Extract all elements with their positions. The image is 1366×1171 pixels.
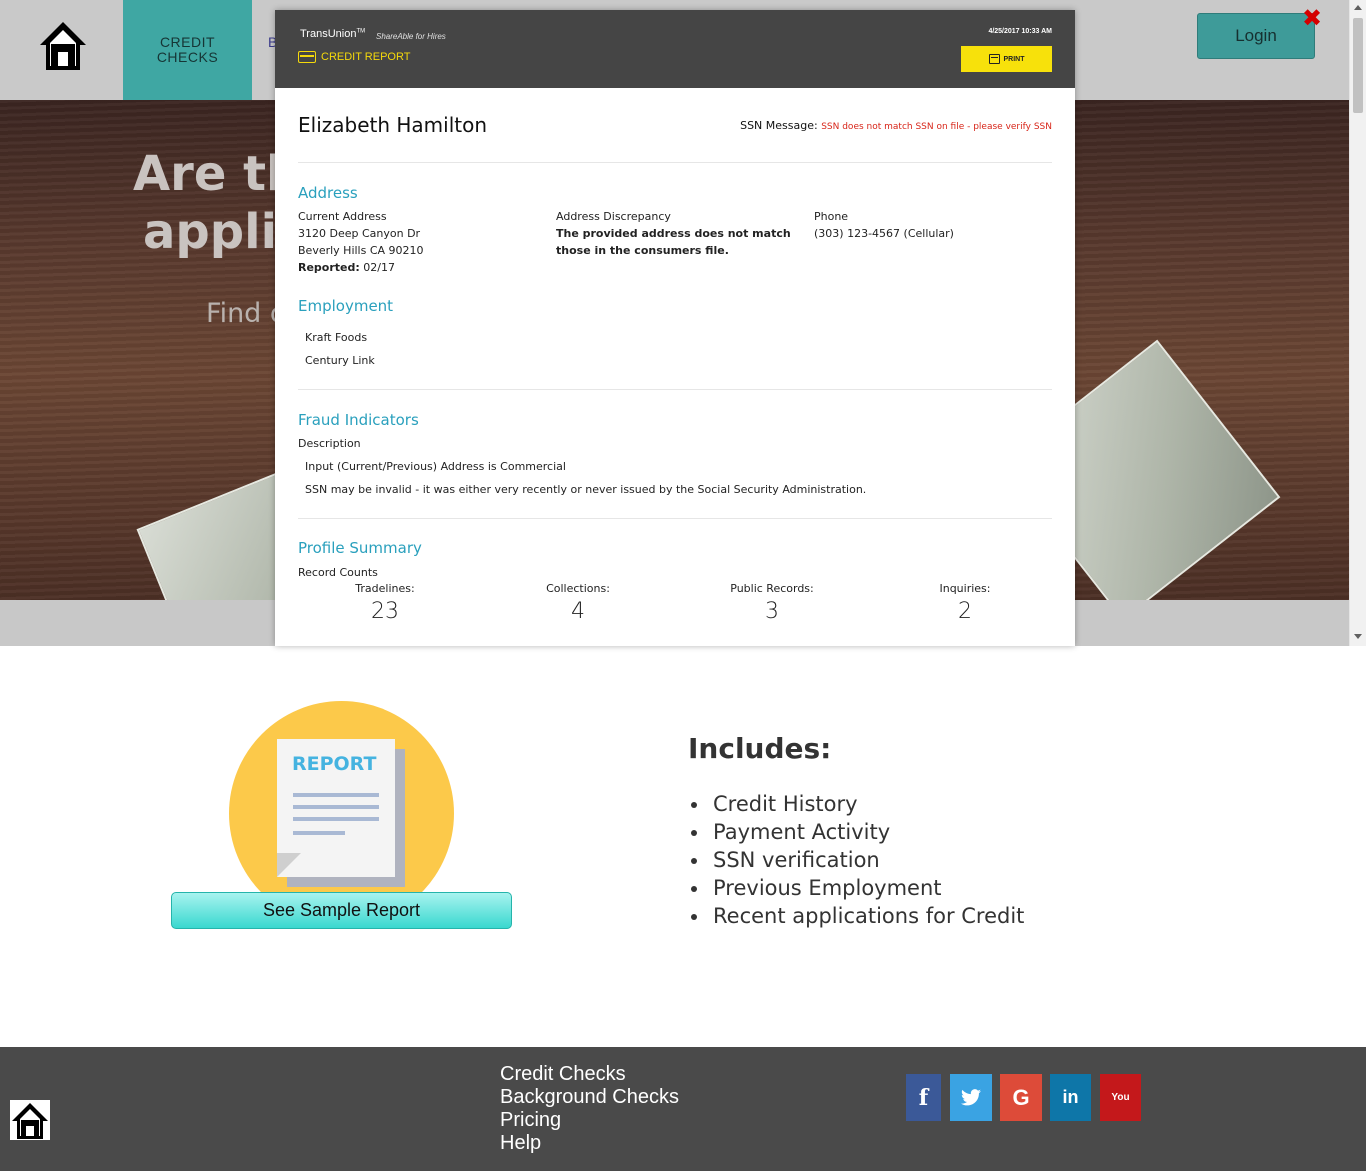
section-title-profile-summary: Profile Summary [298,539,422,557]
see-sample-report-button[interactable]: See Sample Report [171,892,512,929]
list-item: Credit History [688,790,1024,818]
scroll-down-arrow-icon[interactable] [1354,634,1362,639]
footer-link-background-checks[interactable]: Background Checks [500,1086,679,1109]
list-item: Previous Employment [688,874,1024,902]
print-button[interactable]: PRINT [961,46,1052,72]
modal-header: TransUnionTM ShareAble for Hires CREDIT … [275,10,1075,88]
list-item: Kraft Foods [305,331,368,344]
collections-count: Collections: 4 [546,582,610,624]
credit-card-icon [298,51,316,63]
report-word: REPORT [292,753,377,775]
list-item: Payment Activity [688,818,1024,846]
login-button[interactable]: Login [1197,13,1315,59]
scroll-up-arrow-icon[interactable] [1354,5,1362,10]
credit-report-modal: TransUnionTM ShareAble for Hires CREDIT … [275,10,1075,646]
printer-icon [988,54,1000,64]
close-icon[interactable]: ✖ [1302,6,1322,30]
youtube-icon[interactable]: You [1100,1074,1141,1121]
list-item: SSN verification [688,846,1024,874]
includes-list: Credit History Payment Activity SSN veri… [688,790,1024,930]
footer-link-help[interactable]: Help [500,1132,679,1155]
divider [298,518,1052,519]
list-item: Input (Current/Previous) Address is Comm… [305,460,566,473]
current-address-block: Current Address 3120 Deep Canyon Dr Beve… [298,210,424,274]
ssn-message: SSN Message: SSN does not match SSN on f… [740,119,1052,132]
modal-body: Elizabeth Hamilton SSN Message: SSN does… [275,88,1075,646]
shareable-tagline: ShareAble for Hires [376,32,446,41]
fraud-indicator-list: Input (Current/Previous) Address is Comm… [305,455,866,501]
fraud-description-label: Description [298,437,361,450]
footer: Credit Checks Background Checks Pricing … [0,1047,1366,1171]
google-plus-icon[interactable]: G [1000,1074,1042,1121]
customer-name: Elizabeth Hamilton [298,113,488,137]
nav-credit-checks[interactable]: CREDIT CHECKS [123,0,252,100]
list-item: Century Link [305,354,375,367]
home-icon[interactable] [10,1100,50,1140]
facebook-icon[interactable]: f [906,1074,941,1121]
employment-list: Kraft Foods Century Link [305,326,375,372]
credit-report-label: CREDIT REPORT [298,51,410,63]
divider [298,162,1052,163]
footer-link-pricing[interactable]: Pricing [500,1109,679,1132]
twitter-icon[interactable] [950,1074,992,1121]
includes-title: Includes: [688,732,832,765]
transunion-logo: TransUnionTM [300,28,366,40]
footer-link-credit-checks[interactable]: Credit Checks [500,1063,679,1086]
list-item: Recent applications for Credit [688,902,1024,930]
hero-subtitle: Find c [206,298,285,329]
section-title-fraud-indicators: Fraud Indicators [298,411,419,429]
list-item: SSN may be invalid - it was either very … [305,483,867,496]
phone-block: Phone (303) 123-4567 (Cellular) [814,210,954,240]
modal-scrollbar[interactable] [1349,0,1366,646]
linkedin-icon[interactable]: in [1050,1074,1091,1121]
address-discrepancy-block: Address Discrepancy The provided address… [556,210,791,257]
record-counts-label: Record Counts [298,566,378,579]
scroll-thumb[interactable] [1353,18,1363,113]
report-datetime: 4/25/2017 10:33 AM [988,28,1052,35]
divider [298,389,1052,390]
tradelines-count: Tradelines: 23 [355,582,415,624]
section-title-address: Address [298,184,358,202]
public-records-count: Public Records: 3 [730,582,814,624]
home-icon[interactable] [38,20,88,72]
section-title-employment: Employment [298,297,394,315]
footer-links: Credit Checks Background Checks Pricing … [500,1063,679,1155]
inquiries-count: Inquiries: 2 [939,582,991,624]
